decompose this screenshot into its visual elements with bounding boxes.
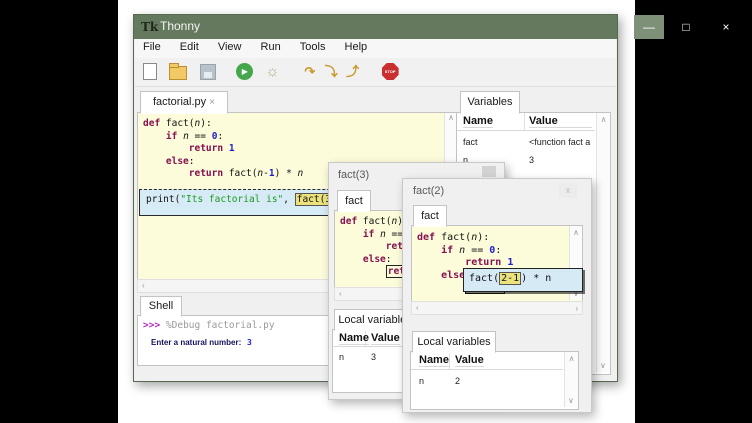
frame2-horizontal-scrollbar[interactable]: ‹ › [411,301,583,315]
stop-icon[interactable]: STOP [382,63,399,80]
tab-variables[interactable]: Variables [460,91,520,114]
menu-help[interactable]: Help [337,39,376,53]
var-row-fact-name[interactable]: fact [463,137,478,147]
debug-focus-statement: print("Its factorial is", fact(3)) [139,189,355,216]
menu-edit[interactable]: Edit [172,39,207,53]
variables-col-value: Value [529,115,592,128]
toolbar: ▶ ☼ ↷ ⤵ ⤴ STOP [135,58,616,87]
run-icon[interactable]: ▶ [236,63,253,80]
frame2-row-n-value: 2 [455,376,460,386]
frame2-col-value: Value [455,354,484,367]
frame3-tab-fact[interactable]: fact [337,190,371,212]
scroll-left-icon[interactable]: ‹ [412,303,419,312]
window-title: Thonny [160,19,200,33]
frame-window-fact2: fact(2) x fact def fact(n): if n == 0: r… [402,178,592,413]
new-file-icon[interactable] [143,63,157,80]
step-into-icon[interactable]: ⤵ [323,63,340,80]
titlebar[interactable]: Tk Thonny — □ × [134,15,617,39]
menu-view[interactable]: View [210,39,250,53]
header-divider [457,130,595,131]
scroll-up-icon[interactable]: ∧ [448,113,454,122]
shell-command: %Debug factorial.py [166,320,275,331]
frame2-row-n-name[interactable]: n [419,376,424,386]
frame2-expression-box: fact(2-1) * n [463,268,583,292]
scroll-left-icon[interactable]: ‹ [335,289,342,298]
header-divider [411,369,563,370]
debug-icon[interactable]: ☼ [264,63,281,80]
frame2-tab-local-variables[interactable]: Local variables [412,331,496,353]
screenshot-stage: Tk Thonny — □ × File Edit View Run Tools… [0,0,752,423]
scroll-up-icon[interactable]: ∧ [570,226,582,237]
frame3-row-n-name[interactable]: n [339,352,344,362]
frame3-col-name: Name [339,332,369,345]
variables-scrollbar[interactable]: ∧ ∨ [596,113,610,372]
scroll-right-icon[interactable]: › [575,303,578,314]
scroll-up-icon[interactable]: ∧ [565,352,578,363]
frame2-col-name: Name [419,354,449,367]
frame2-expression: fact(2-1) * n [464,269,582,286]
shell-output: Enter a natural number: [151,338,241,347]
frame3-title: fact(3) [338,169,369,181]
frame3-maximize-button[interactable] [482,166,496,177]
frame3-col-value: Value [371,332,400,345]
frame3-row-n-value: 3 [371,352,376,362]
tab-factorial-py[interactable]: factorial.py × [140,91,228,114]
frame2-title: fact(2) [413,185,444,197]
tab-label: factorial.py [153,96,206,108]
column-divider [449,352,450,369]
scroll-down-icon[interactable]: ∨ [568,396,574,405]
shell-prompt: >>> [143,320,160,331]
scroll-left-icon[interactable]: ‹ [138,281,145,290]
tab-close-icon[interactable]: × [209,97,215,108]
var-row-fact-value: <function fact a [529,137,595,147]
menubar: File Edit View Run Tools Help [135,39,616,58]
app-tk-icon: Tk [141,19,157,35]
menu-tools[interactable]: Tools [292,39,334,53]
step-over-icon[interactable]: ↷ [301,63,318,80]
column-divider [524,113,525,130]
frame2-tab-fact[interactable]: fact [413,205,447,227]
tab-shell[interactable]: Shell [140,296,182,317]
open-file-icon[interactable] [169,66,187,80]
menu-file[interactable]: File [135,39,169,53]
frame2-close-button[interactable]: x [559,183,577,198]
close-button[interactable]: × [711,15,741,39]
scroll-down-icon[interactable]: ∨ [600,361,606,370]
frame2-locals-scrollbar[interactable]: ∧ ∨ [564,352,578,407]
frame2-locals-panel: Name Value n 2 ∧ ∨ [410,351,579,410]
variables-col-name: Name [463,115,493,128]
focused-print-line: print("Its factorial is", fact(3)) [140,190,354,207]
minimize-button[interactable]: — [634,15,664,39]
shell-input-value: 3 [247,338,252,347]
scroll-up-icon[interactable]: ∧ [597,113,610,124]
step-out-icon[interactable]: ⤴ [344,63,361,80]
maximize-button[interactable]: □ [671,15,701,39]
var-row-n-value: 3 [529,155,534,165]
save-file-icon[interactable] [200,64,216,80]
menu-run[interactable]: Run [253,39,289,53]
